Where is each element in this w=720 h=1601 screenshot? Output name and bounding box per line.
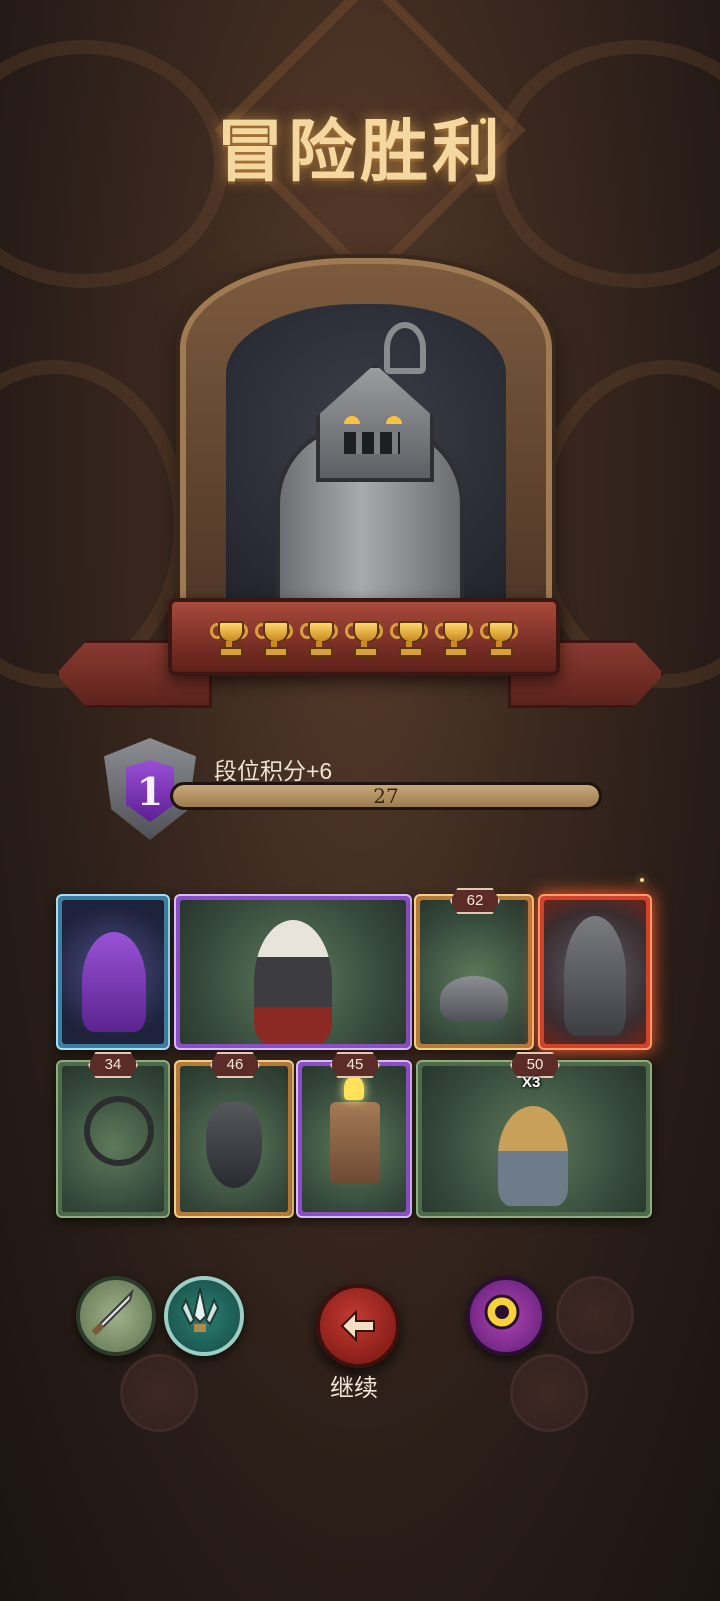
eye-item-button[interactable] [466,1276,546,1356]
victory-title: 冒险胜利 [215,112,504,192]
card-multiplier: X3 [522,1074,541,1091]
trophy-icon [390,619,428,657]
eye-icon [484,1294,520,1330]
background-swirl [0,360,188,688]
continue-label: 继续 [330,1375,378,1402]
card-purple-dragon[interactable] [56,894,170,1050]
empty-item-slot [510,1354,588,1432]
lightbulb-icon [344,1076,364,1100]
background-swirl [532,360,720,688]
robot-grille [344,432,400,454]
empty-item-slot [556,1276,634,1354]
hero-portrait-frame [180,258,552,650]
goblin-robots-figure [498,1106,568,1206]
trophy-icon [480,619,518,657]
trophy-icon [255,619,293,657]
bird-figure [206,1102,262,1188]
mouse-figure [440,976,508,1022]
card-armored-knight[interactable] [538,894,652,1050]
trophy-icon [210,619,248,657]
card-cost-badge: 62 [450,888,500,914]
card-lamp-robot[interactable] [296,1060,412,1218]
victory-screen: 冒险胜利 1 段位积分+6 27 62 34 46 45 50 X3 继续 [0,0,720,1601]
trophy-icon [345,619,383,657]
card-cost-badge: 46 [210,1052,260,1078]
rank-progress-bar: 27 [170,782,602,810]
sparkle [640,878,644,882]
card-mechanical-mouse[interactable] [414,894,534,1050]
card-masked-warrior[interactable] [174,894,412,1050]
arrow-left-icon [340,1310,375,1342]
card-spring-trap[interactable] [56,1060,170,1218]
card-mechanical-bird[interactable] [174,1060,294,1218]
dragon-figure [82,932,146,1032]
rank-tier: 1 [126,760,174,822]
hero-portrait [226,304,506,624]
sword-item-button[interactable] [76,1276,156,1356]
trophy-icon [300,619,338,657]
continue-button[interactable] [316,1284,400,1368]
sword-icon [91,1288,134,1336]
warrior-figure [254,920,332,1044]
rank-points-label: 段位积分+6 [214,758,333,784]
trophy-icon [435,619,473,657]
daggers-item-button[interactable] [164,1276,244,1356]
card-cost-badge: 45 [330,1052,380,1078]
windup-key-icon [384,322,426,374]
card-cost-badge: 34 [88,1052,138,1078]
daggers-icon [180,1287,220,1332]
knight-figure [564,916,626,1036]
lamp-robot-figure [330,1102,380,1184]
rank-value: 27 [373,784,399,808]
trophy-ribbon [168,598,560,676]
trap-figure [84,1096,154,1166]
robot-head [316,364,434,482]
empty-item-slot [120,1354,198,1432]
